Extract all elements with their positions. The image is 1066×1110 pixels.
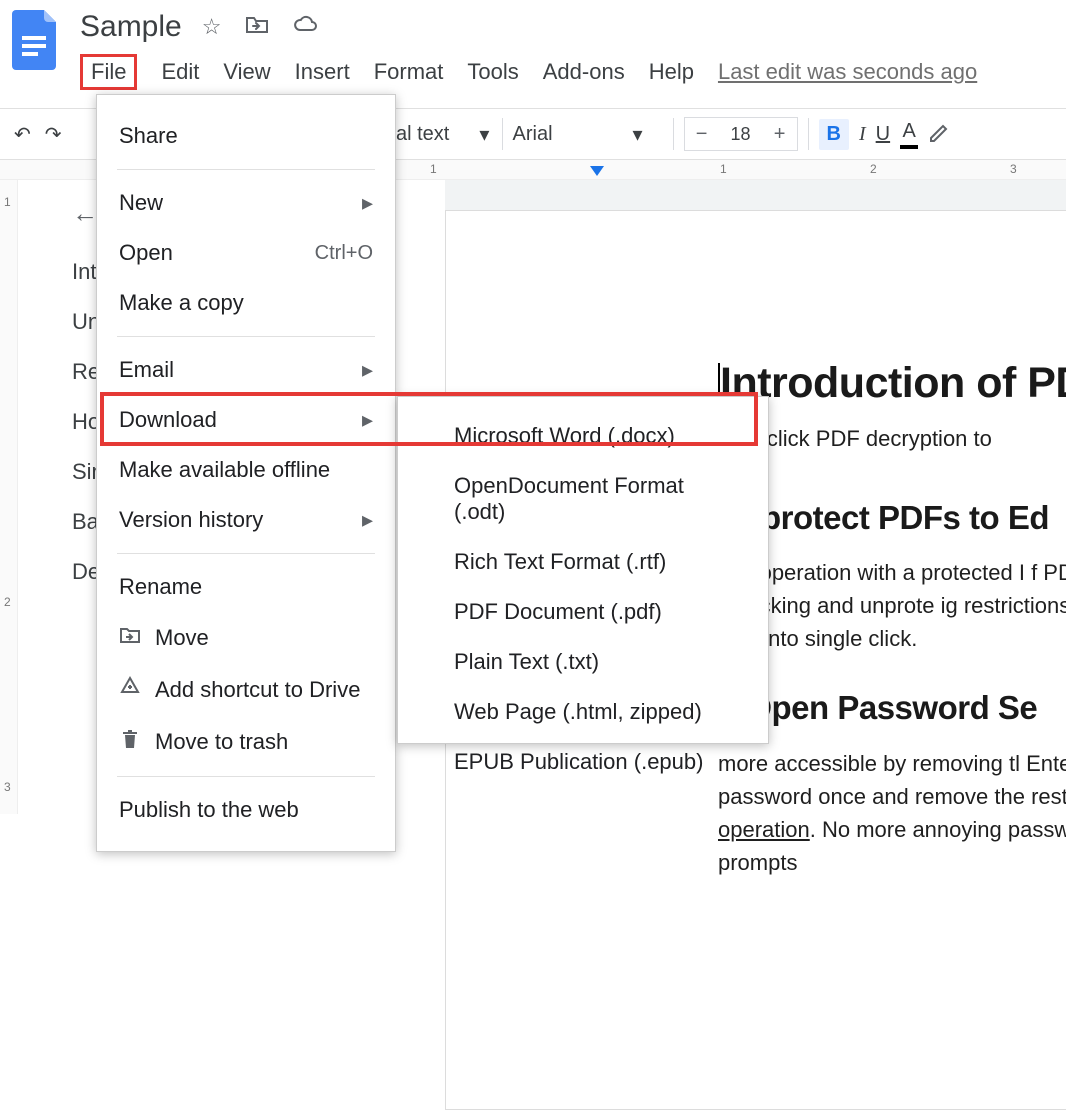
chevron-down-icon: ▾: [633, 122, 643, 147]
subtitle: One-click PDF decryption to: [718, 422, 1066, 455]
menu-rename[interactable]: Rename: [97, 562, 395, 612]
menu-view[interactable]: View: [223, 59, 270, 85]
link[interactable]: operation: [718, 817, 810, 842]
download-pdf[interactable]: PDF Document (.pdf): [398, 587, 768, 637]
vertical-ruler[interactable]: 1 2 3: [0, 180, 18, 814]
menu-edit[interactable]: Edit: [161, 59, 199, 85]
download-rtf[interactable]: Rich Text Format (.rtf): [398, 537, 768, 587]
outline-item[interactable]: Ded: [72, 559, 96, 585]
outline-item[interactable]: Bat: [72, 509, 96, 535]
menu-file[interactable]: File: [80, 54, 137, 90]
heading-2: Unprotect PDFs to Ed: [718, 493, 1066, 543]
heading-1: Introduction of PDF: [718, 351, 1066, 416]
separator: [117, 553, 375, 554]
menu-add-shortcut[interactable]: Add shortcut to Drive: [97, 664, 395, 716]
menu-version-history[interactable]: Version history▸: [97, 495, 395, 545]
paragraph: more accessible by removing tl Enter the…: [718, 747, 1066, 879]
menu-share[interactable]: Share: [97, 111, 395, 161]
menubar: File Edit View Insert Format Tools Add-o…: [80, 54, 977, 90]
separator: [117, 776, 375, 777]
outline-item[interactable]: Intro: [72, 259, 96, 285]
heading-2: F Open Password Se: [718, 683, 1066, 733]
cloud-status-icon[interactable]: [293, 14, 319, 40]
font-size-value[interactable]: 18: [719, 124, 763, 145]
indent-marker-icon[interactable]: [590, 166, 604, 176]
menu-offline[interactable]: Make available offline: [97, 445, 395, 495]
trash-icon: [119, 728, 141, 756]
outline-back-icon[interactable]: ←: [72, 198, 96, 229]
file-menu-dropdown: Share New▸ OpenCtrl+O Make a copy Email▸…: [96, 94, 396, 852]
outline-item[interactable]: Unlo: [72, 309, 96, 335]
menu-move[interactable]: Move: [97, 612, 395, 664]
download-odt[interactable]: OpenDocument Format (.odt): [398, 461, 768, 537]
submenu-arrow-icon: ▸: [362, 190, 373, 216]
font-size-increase[interactable]: +: [763, 119, 797, 149]
star-icon[interactable]: ☆: [202, 14, 222, 40]
redo-icon[interactable]: ↷: [45, 122, 62, 147]
download-submenu: Microsoft Word (.docx) OpenDocument Form…: [397, 396, 769, 744]
folder-move-icon: [119, 624, 141, 652]
color-indicator: [900, 145, 918, 149]
menu-new[interactable]: New▸: [97, 178, 395, 228]
menu-move-trash[interactable]: Move to trash: [97, 716, 395, 768]
menu-email[interactable]: Email▸: [97, 345, 395, 395]
separator: [117, 336, 375, 337]
highlight-icon[interactable]: [928, 120, 950, 148]
menu-help[interactable]: Help: [649, 59, 694, 85]
chevron-down-icon: ▾: [479, 122, 489, 147]
bold-button[interactable]: B: [819, 119, 849, 150]
paragraph: edit operation with a protected I f PDF …: [718, 556, 1066, 655]
separator: [808, 118, 809, 150]
last-edit-link[interactable]: Last edit was seconds ago: [718, 59, 977, 85]
text-color-button[interactable]: A: [900, 120, 918, 149]
menu-publish[interactable]: Publish to the web: [97, 785, 395, 835]
font-size-stepper: − 18 +: [684, 117, 798, 151]
menu-addons[interactable]: Add-ons: [543, 59, 625, 85]
underline-button[interactable]: U: [876, 123, 890, 146]
download-html[interactable]: Web Page (.html, zipped): [398, 687, 768, 737]
separator: [502, 118, 503, 150]
document-title[interactable]: Sample: [80, 10, 182, 44]
separator: [673, 118, 674, 150]
submenu-arrow-icon: ▸: [362, 357, 373, 383]
menu-format[interactable]: Format: [374, 59, 444, 85]
download-epub[interactable]: EPUB Publication (.epub): [398, 737, 768, 787]
move-folder-icon[interactable]: [245, 14, 269, 40]
outline-item[interactable]: How: [72, 409, 96, 435]
menu-open[interactable]: OpenCtrl+O: [97, 228, 395, 278]
outline-item[interactable]: Ren: [72, 359, 96, 385]
submenu-arrow-icon: ▸: [362, 507, 373, 533]
menu-make-copy[interactable]: Make a copy: [97, 278, 395, 328]
download-docx[interactable]: Microsoft Word (.docx): [398, 411, 768, 461]
separator: [117, 169, 375, 170]
download-txt[interactable]: Plain Text (.txt): [398, 637, 768, 687]
italic-button[interactable]: I: [859, 123, 866, 146]
font-select[interactable]: Arial ▾: [513, 122, 663, 147]
undo-icon[interactable]: ↶: [14, 122, 31, 147]
drive-shortcut-icon: [119, 676, 141, 704]
menu-insert[interactable]: Insert: [295, 59, 350, 85]
submenu-arrow-icon: ▸: [362, 407, 373, 433]
docs-logo-icon[interactable]: [12, 10, 60, 70]
app-header: Sample ☆ File Edit View Insert Format To…: [0, 0, 1066, 90]
outline-item[interactable]: Sim: [72, 459, 96, 485]
menu-tools[interactable]: Tools: [467, 59, 518, 85]
document-outline: ← Intro Unlo Ren How Sim Bat Ded: [18, 180, 96, 814]
menu-download[interactable]: Download▸: [97, 395, 395, 445]
font-size-decrease[interactable]: −: [685, 119, 719, 149]
